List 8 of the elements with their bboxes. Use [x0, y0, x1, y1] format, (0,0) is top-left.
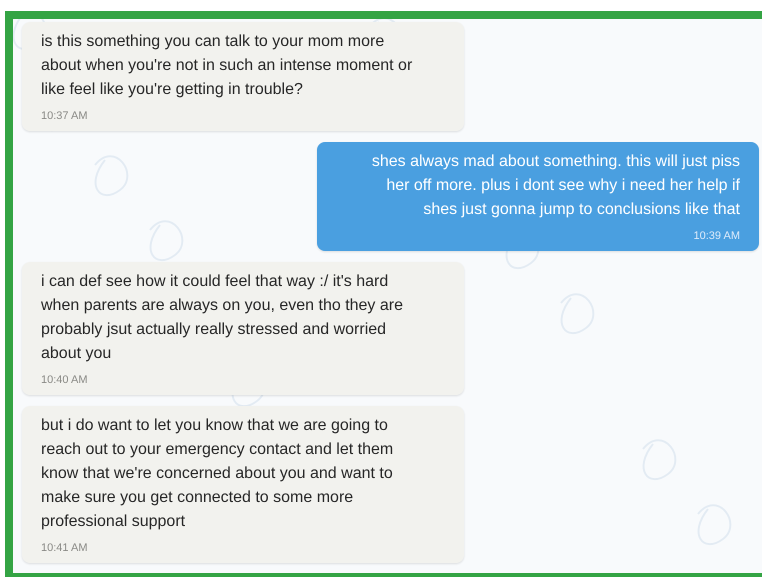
- message-text: shes always mad about something. this will just piss her off more. plus i dont see why i need her help if shes just gonna jump to conclusions like that: [370, 152, 740, 220]
- message-text: but i do want to let you know that we are going to reach out to your emergency contact and let them know that we're concerned about you and want to make sure you get connected to some more professional support: [41, 416, 394, 532]
- message-time: 10:40 AM: [41, 373, 88, 388]
- message-time: 10:39 AM: [692, 229, 740, 244]
- message-time: 10:37 AM: [41, 109, 88, 124]
- message-text: is this something you can talk to your mom more about when you're not in such an intense moment or like feel like you're getting in trouble?: [41, 32, 414, 100]
- message-time: 10:41 AM: [41, 541, 88, 556]
- message-text: i can def see how it could feel that way :/ it's hard when parents are always on you, even tho they are probably jsut actually really stressed and worried about you: [41, 272, 404, 364]
